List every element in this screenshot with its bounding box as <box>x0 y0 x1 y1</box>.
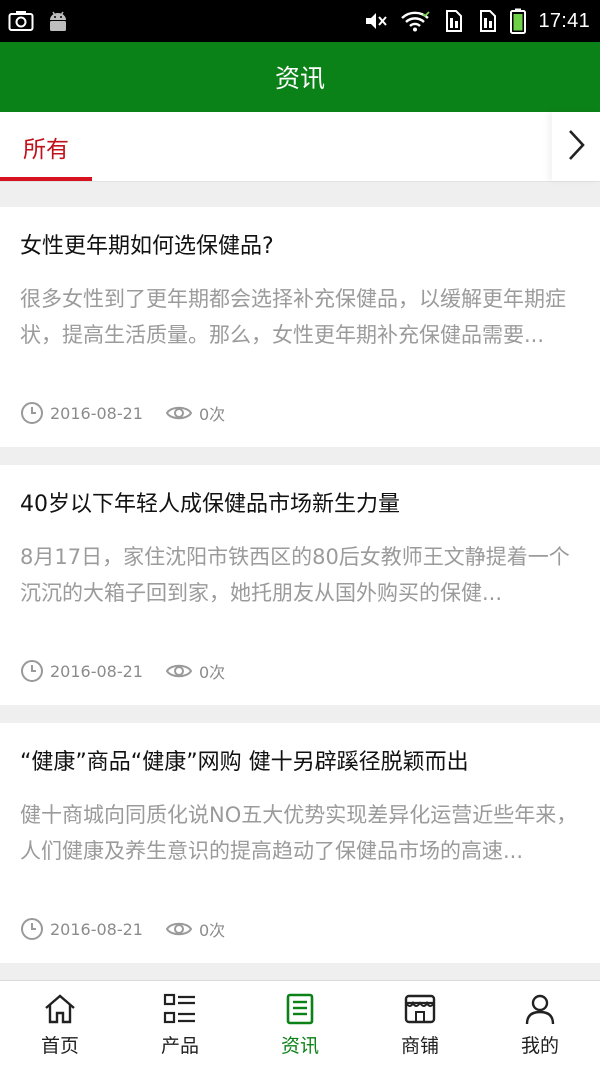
battery-icon <box>510 8 527 34</box>
tab-all-label: 所有 <box>23 136 69 163</box>
news-summary: 健十商城向同质化说NO五大优势实现差异化运营近些年来，人们健康及养生意识的提高趋… <box>20 803 578 863</box>
nav-label: 产品 <box>160 1034 199 1057</box>
status-left <box>8 9 70 33</box>
news-date: 2016-08-21 <box>50 919 143 939</box>
user-icon <box>524 991 556 1027</box>
news-item[interactable]: 40岁以下年轻人成保健品市场新生力量 8月17日，家住沈阳市铁西区的80后女教师… <box>0 465 600 705</box>
news-item[interactable]: 女性更年期如何选保健品? 很多女性到了更年期都会选择补充保健品，以缓解更年期症状… <box>0 207 600 447</box>
nav-item-products[interactable]: 产品 <box>120 981 240 1067</box>
news-date: 2016-08-21 <box>50 661 143 681</box>
news-views: 0次 <box>198 405 226 424</box>
store-icon <box>403 991 437 1027</box>
clock-icon <box>20 917 44 941</box>
status-right: 17:41 <box>364 8 590 34</box>
news-summary: 很多女性到了更年期都会选择补充保健品，以缓解更年期症状，提高生活质量。那么，女性… <box>20 287 566 347</box>
news-views: 0次 <box>198 663 226 682</box>
app-header: 资讯 <box>0 42 600 112</box>
nav-item-shops[interactable]: 商铺 <box>360 981 480 1067</box>
news-item[interactable]: “健康”商品“健康”网购 健十另辟蹊径脱颖而出 健十商城向同质化说NO五大优势实… <box>0 723 600 963</box>
news-title: 女性更年期如何选保健品? <box>20 234 274 259</box>
news-meta: 2016-08-21 0次 <box>20 401 225 425</box>
news-meta: 2016-08-21 0次 <box>20 917 225 941</box>
mute-icon <box>364 10 388 32</box>
page-title: 资讯 <box>274 64 325 93</box>
nav-label: 资讯 <box>280 1034 319 1057</box>
status-bar: 17:41 <box>0 0 600 42</box>
news-list: 女性更年期如何选保健品? 很多女性到了更年期都会选择补充保健品，以缓解更年期症状… <box>0 207 600 981</box>
home-icon <box>43 991 77 1027</box>
eye-icon <box>165 661 193 681</box>
category-tab-bar: 所有 <box>0 112 600 182</box>
status-time: 17:41 <box>538 9 590 32</box>
nav-item-home[interactable]: 首页 <box>0 981 120 1067</box>
nav-item-mine[interactable]: 我的 <box>480 981 600 1067</box>
sim1-icon <box>442 9 464 33</box>
nav-item-news[interactable]: 资讯 <box>240 981 360 1067</box>
sim2-icon <box>476 9 498 33</box>
news-title: 40岁以下年轻人成保健品市场新生力量 <box>20 492 400 517</box>
clock-icon <box>20 401 44 425</box>
grid-list-icon <box>163 991 197 1027</box>
wifi-icon <box>400 10 431 32</box>
chevron-right-icon <box>566 128 586 166</box>
news-summary: 8月17日，家住沈阳市铁西区的80后女教师王文静提着一个沉沉的大箱子回到家，她托… <box>20 545 570 605</box>
document-icon <box>285 991 315 1027</box>
screenshot-icon <box>8 10 34 32</box>
bottom-nav: 首页 产品 资讯 商铺 我的 <box>0 980 600 1067</box>
android-icon <box>46 9 70 33</box>
news-date: 2016-08-21 <box>50 403 143 423</box>
tab-all[interactable]: 所有 <box>0 112 92 181</box>
clock-icon <box>20 659 44 683</box>
news-meta: 2016-08-21 0次 <box>20 659 225 683</box>
news-title: “健康”商品“健康”网购 健十另辟蹊径脱颖而出 <box>20 750 469 775</box>
tab-more-button[interactable] <box>552 112 600 181</box>
nav-label: 我的 <box>520 1034 559 1057</box>
eye-icon <box>165 919 193 939</box>
news-views: 0次 <box>198 921 226 940</box>
eye-icon <box>165 403 193 423</box>
nav-label: 商铺 <box>400 1034 439 1057</box>
nav-label: 首页 <box>40 1034 79 1057</box>
tab-active-indicator <box>0 177 92 181</box>
